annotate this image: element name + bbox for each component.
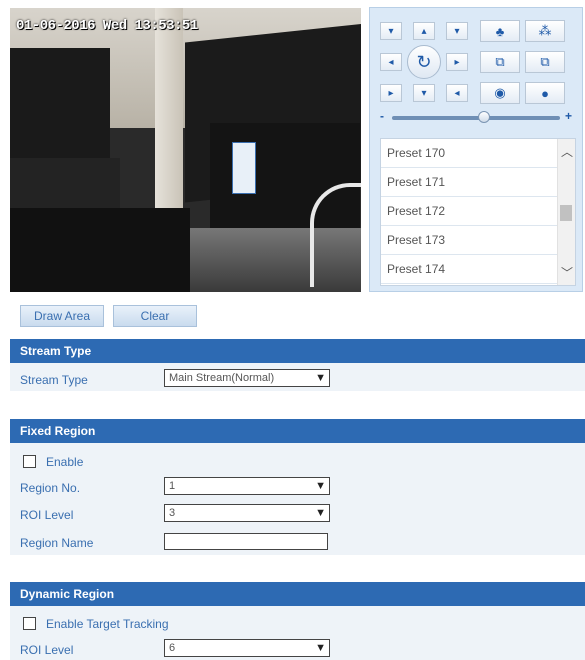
enable-label: Enable (46, 455, 84, 469)
chevron-up-icon[interactable]: ︿ (561, 143, 573, 160)
arrow-up-icon: ▴ (421, 25, 427, 37)
live-video-view[interactable]: 01-06-2016 Wed 13:53:51 (10, 8, 361, 292)
chevron-down-icon: ▼ (315, 507, 326, 519)
arrow-down-left-icon: ▸ (388, 87, 394, 99)
scene-speaker (10, 48, 110, 168)
stream-type-value: Main Stream(Normal) (169, 372, 275, 384)
stream-type-select[interactable]: Main Stream(Normal) ▼ (164, 369, 330, 387)
arrow-up-left-icon: ▾ (388, 25, 394, 37)
dynamic-roi-level-select[interactable]: 6 ▼ (164, 639, 330, 657)
dynamic-region-header: Dynamic Region (10, 582, 585, 606)
ptz-control-panel: ▾ ▴ ▾ ◂ ↻ ▸ ▸ ▾ ◂ ♣ ⁂ ⧉ ⧉ ◉ ● - + Preset… (369, 7, 583, 292)
ptz-up-right-button[interactable]: ▾ (446, 22, 468, 40)
arrow-down-right-icon: ◂ (454, 87, 460, 99)
chevron-down-icon: ▼ (315, 642, 326, 654)
ptz-right-button[interactable]: ▸ (446, 53, 468, 71)
scene-white-cable (310, 183, 361, 287)
ptz-up-button[interactable]: ▴ (413, 22, 435, 40)
roi-level-label: ROI Level (20, 508, 74, 522)
ptz-down-button[interactable]: ▾ (413, 84, 435, 102)
enable-target-tracking-checkbox[interactable] (23, 617, 36, 630)
chevron-down-icon[interactable]: ﹀ (561, 264, 573, 281)
preset-item[interactable]: Preset 170 (381, 139, 559, 168)
draw-area-button[interactable]: Draw Area (20, 305, 104, 327)
ptz-up-left-button[interactable]: ▾ (380, 22, 402, 40)
ptz-down-left-button[interactable]: ▸ (380, 84, 402, 102)
focus-far-button[interactable]: ⧉ (525, 51, 565, 73)
preset-scrollbar[interactable]: ︿ ﹀ (557, 139, 575, 285)
slider-minus-icon[interactable]: - (380, 109, 384, 123)
region-name-input[interactable] (164, 533, 328, 550)
preset-item[interactable]: Preset 173 (381, 226, 559, 255)
auto-rotate-icon: ↻ (416, 51, 432, 72)
ptz-speed-slider[interactable]: - + (380, 109, 572, 125)
slider-plus-icon[interactable]: + (565, 109, 572, 123)
dynamic-roi-level-label: ROI Level (20, 643, 74, 657)
ptz-auto-button[interactable]: ↻ (407, 45, 441, 79)
clear-button[interactable]: Clear (113, 305, 197, 327)
osd-timestamp: 01-06-2016 Wed 13:53:51 (16, 18, 198, 34)
region-no-value: 1 (169, 480, 176, 492)
arrow-right-icon: ▸ (454, 56, 460, 68)
zoom-out-button[interactable]: ⁂ (525, 20, 565, 42)
arrow-down-icon: ▾ (421, 87, 427, 99)
focus-far-icon: ⧉ (540, 54, 550, 69)
stream-type-header: Stream Type (10, 339, 585, 363)
iris-open-icon: ◉ (494, 85, 506, 100)
region-name-label: Region Name (20, 536, 94, 550)
region-no-label: Region No. (20, 481, 81, 495)
ptz-down-right-button[interactable]: ◂ (446, 84, 468, 102)
preset-item[interactable]: Preset 172 (381, 197, 559, 226)
zoom-out-icon: ⁂ (538, 23, 552, 38)
ptz-left-button[interactable]: ◂ (380, 53, 402, 71)
enable-target-tracking-label: Enable Target Tracking (46, 617, 169, 631)
roi-level-value: 3 (169, 507, 176, 519)
iris-open-button[interactable]: ◉ (480, 82, 520, 104)
scrollbar-thumb[interactable] (560, 205, 572, 221)
scene-computer (10, 208, 190, 292)
zoom-in-icon: ♣ (495, 23, 505, 39)
slider-track[interactable] (392, 116, 560, 120)
chevron-down-icon: ▼ (315, 372, 326, 384)
arrow-left-icon: ◂ (388, 56, 394, 68)
arrow-up-right-icon: ▾ (454, 25, 460, 37)
iris-close-icon: ● (541, 85, 549, 101)
iris-close-button[interactable]: ● (525, 82, 565, 104)
focus-near-button[interactable]: ⧉ (480, 51, 520, 73)
enable-checkbox[interactable] (23, 455, 36, 468)
slider-thumb[interactable] (478, 111, 491, 123)
focus-near-icon: ⧉ (495, 54, 505, 69)
zoom-in-button[interactable]: ♣ (480, 20, 520, 42)
fixed-region-header: Fixed Region (10, 419, 585, 443)
scene-sticker (232, 142, 256, 194)
stream-type-label: Stream Type (20, 373, 88, 387)
preset-list[interactable]: Preset 170 Preset 171 Preset 172 Preset … (380, 138, 576, 286)
preset-item[interactable]: Preset 174 (381, 255, 559, 284)
roi-level-select[interactable]: 3 ▼ (164, 504, 330, 522)
chevron-down-icon: ▼ (315, 480, 326, 492)
region-no-select[interactable]: 1 ▼ (164, 477, 330, 495)
dynamic-roi-level-value: 6 (169, 642, 176, 654)
preset-item[interactable]: Preset 171 (381, 168, 559, 197)
